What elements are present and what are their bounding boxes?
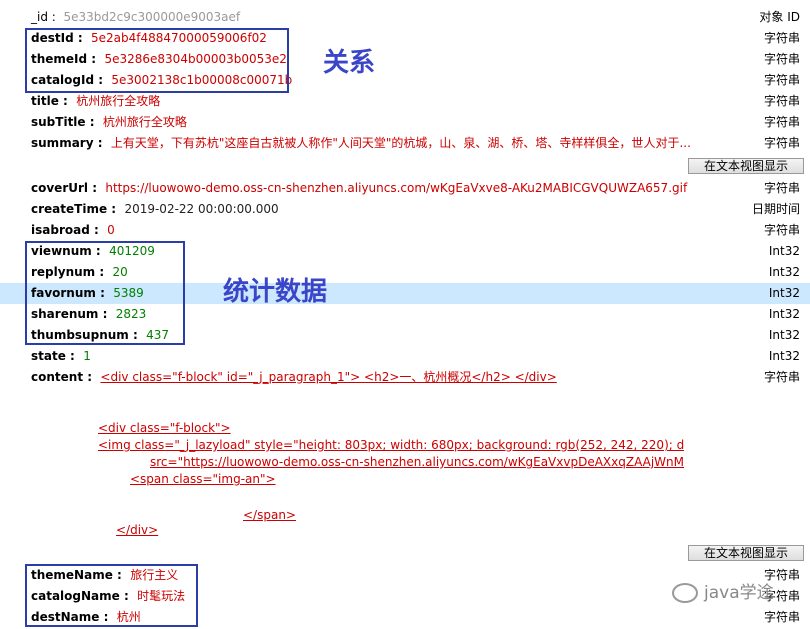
field-type: 字符串	[763, 115, 800, 129]
field-type: 字符串	[763, 181, 800, 195]
field-type: Int32	[768, 349, 800, 363]
field-row-isabroad[interactable]: isabroad : 0 字符串	[0, 220, 810, 241]
field-type: Int32	[768, 265, 800, 279]
relation-highlight-box	[25, 28, 289, 93]
wechat-icon	[672, 583, 698, 603]
field-key: summary : 上有天堂，下有苏杭"这座自古就被人称作"人间天堂"的杭城，山…	[31, 136, 691, 150]
field-row-state[interactable]: state : 1 Int32	[0, 346, 810, 367]
field-value: 杭州旅行全攻略	[76, 94, 161, 108]
field-value: 1	[83, 349, 91, 363]
field-row-summary[interactable]: summary : 上有天堂，下有苏杭"这座自古就被人称作"人间天堂"的杭城，山…	[0, 133, 810, 154]
field-key: _id : 5e33bd2c9c300000e9003aef	[31, 10, 241, 24]
field-row-subTitle[interactable]: subTitle : 杭州旅行全攻略 字符串	[0, 112, 810, 133]
name-highlight-box	[25, 564, 198, 627]
field-type: 字符串	[763, 370, 800, 384]
field-row-createTime[interactable]: createTime : 2019-02-22 00:00:00.000 日期时…	[0, 199, 810, 220]
field-value: 上有天堂，下有苏杭"这座自古就被人称作"人间天堂"的杭城，山、泉、湖、桥、塔、寺…	[110, 136, 691, 150]
field-row-content[interactable]: content : <div class="f-block" id="_j_pa…	[0, 367, 810, 388]
field-key: coverUrl : https://luowowo-demo.oss-cn-s…	[31, 181, 688, 195]
field-type: 字符串	[763, 610, 800, 624]
field-value: <div class="f-block" id="_j_paragraph_1"…	[100, 370, 557, 384]
field-key: content : <div class="f-block" id="_j_pa…	[31, 370, 557, 384]
content-line: </div>	[116, 523, 159, 537]
content-line: <div class="f-block">	[98, 421, 231, 435]
field-type: Int32	[768, 286, 800, 300]
field-key: state : 1	[31, 349, 91, 363]
content-line: <img class="_j_lazyload" style="height: …	[98, 438, 684, 452]
field-type: 字符串	[763, 31, 800, 45]
field-value: 2019-02-22 00:00:00.000	[124, 202, 279, 216]
field-key: title : 杭州旅行全攻略	[31, 94, 161, 108]
field-row-id[interactable]: _id : 5e33bd2c9c300000e9003aef 对象 ID	[0, 7, 810, 28]
field-value: 杭州旅行全攻略	[102, 115, 187, 129]
relation-annotation: 关系	[323, 48, 376, 78]
field-value: 0	[107, 223, 115, 237]
watermark: java学途	[672, 578, 774, 603]
field-type: 字符串	[763, 136, 800, 150]
stats-highlight-box	[25, 241, 185, 345]
field-type: 日期时间	[751, 202, 800, 216]
field-type: Int32	[768, 307, 800, 321]
field-key: isabroad : 0	[31, 223, 115, 237]
field-type: 字符串	[763, 73, 800, 87]
field-row-title[interactable]: title : 杭州旅行全攻略 字符串	[0, 91, 810, 112]
field-type: 对象 ID	[759, 10, 800, 24]
text-view-button[interactable]: 在文本视图显示	[688, 545, 804, 561]
field-type: 字符串	[763, 223, 800, 237]
field-type: Int32	[768, 328, 800, 342]
field-type: 字符串	[763, 94, 800, 108]
field-type: Int32	[768, 244, 800, 258]
field-key: createTime : 2019-02-22 00:00:00.000	[31, 202, 279, 216]
field-value: https://luowowo-demo.oss-cn-shenzhen.ali…	[105, 181, 688, 195]
field-key: subTitle : 杭州旅行全攻略	[31, 115, 187, 129]
field-row-coverUrl[interactable]: coverUrl : https://luowowo-demo.oss-cn-s…	[0, 178, 810, 199]
field-type: 字符串	[763, 52, 800, 66]
field-value: 5e33bd2c9c300000e9003aef	[63, 10, 241, 24]
content-line: src="https://luowowo-demo.oss-cn-shenzhe…	[150, 455, 684, 469]
stats-annotation: 统计数据	[223, 277, 328, 307]
content-line: <span class="img-an">	[130, 472, 276, 486]
text-view-button[interactable]: 在文本视图显示	[688, 158, 804, 174]
